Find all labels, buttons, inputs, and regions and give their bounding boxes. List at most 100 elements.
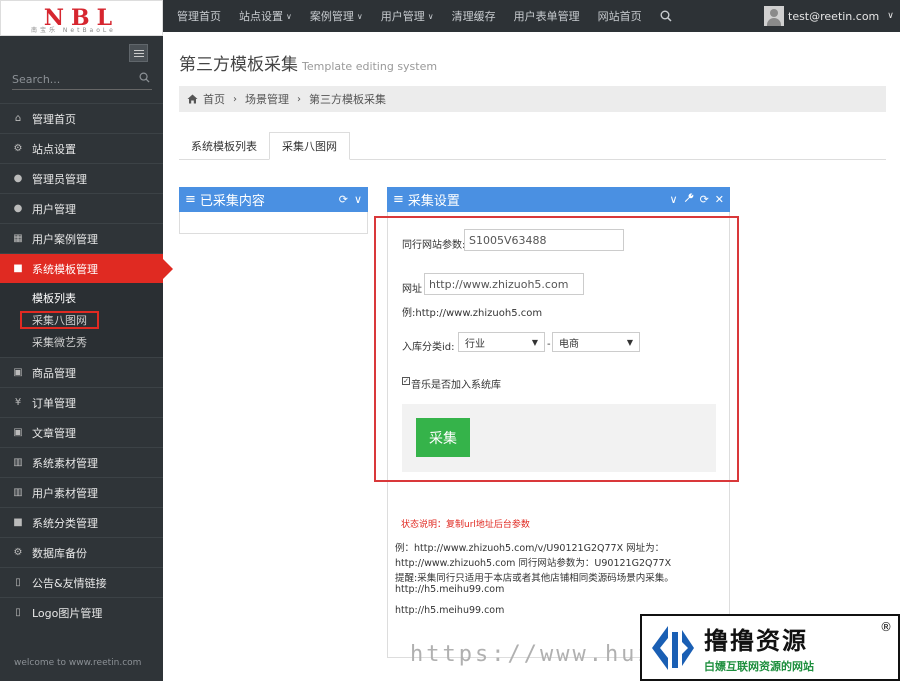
topnav-user-forms[interactable]: 用户表单管理 bbox=[505, 8, 589, 24]
breadcrumb-separator: › bbox=[297, 93, 301, 105]
wrench-icon[interactable] bbox=[684, 193, 694, 206]
sidebar-item-orders[interactable]: ¥ 订单管理 bbox=[0, 387, 163, 417]
chevron-down-icon: ∨ bbox=[427, 11, 434, 21]
refresh-icon[interactable]: ⟳ bbox=[339, 193, 348, 206]
briefcase-icon: ■ bbox=[13, 517, 23, 528]
chevron-down-icon[interactable]: ∨ bbox=[670, 193, 678, 206]
brand-slogan: 白嫖互联网资源的网站 bbox=[704, 660, 814, 673]
caret-square-icon: ▣ bbox=[13, 367, 23, 378]
category-dash: - bbox=[547, 339, 551, 350]
sidebar-item-label: 公告&友情链接 bbox=[32, 576, 107, 590]
avatar bbox=[764, 6, 784, 26]
sidebar-item-label: 管理员管理 bbox=[32, 172, 87, 186]
menu-icon: ≡ bbox=[393, 192, 404, 207]
sidebar-item-label: 商品管理 bbox=[32, 366, 76, 380]
note-link[interactable]: http://h5.meihu99.com bbox=[395, 605, 504, 616]
sidebar-item-products[interactable]: ▣ 商品管理 bbox=[0, 357, 163, 387]
music-checkbox[interactable]: ✓ bbox=[402, 377, 410, 385]
topnav-site-settings[interactable]: 站点设置 ∨ bbox=[230, 8, 301, 24]
breadcrumb-home[interactable]: 首页 bbox=[203, 91, 225, 107]
user-icon: ● bbox=[13, 203, 23, 214]
gift-icon: ▥ bbox=[13, 487, 23, 498]
tab-collect-batu[interactable]: 采集八图网 bbox=[269, 132, 350, 160]
chevron-down-icon: ∨ bbox=[356, 11, 363, 21]
gift-icon: ▥ bbox=[13, 457, 23, 468]
status-label: 状态说明：复制url地址后台参数 bbox=[401, 520, 530, 530]
sidebar-item-label: 用户案例管理 bbox=[32, 232, 98, 246]
user-menu[interactable]: test@reetin.com ∨ bbox=[764, 4, 894, 28]
table-icon: ▦ bbox=[13, 233, 23, 244]
brand-watermark: 撸撸资源 白嫖互联网资源的网站 ® bbox=[640, 614, 900, 681]
sidebar-subitem-collect-weiyixiu[interactable]: 采集微艺秀 bbox=[0, 331, 163, 353]
topnav-label: 网站首页 bbox=[597, 10, 642, 23]
tab-label: 采集八图网 bbox=[282, 140, 337, 153]
caret-square-icon: ▣ bbox=[13, 427, 23, 438]
panel-title: 采集设置 bbox=[407, 194, 460, 209]
topnav-label: 清理缓存 bbox=[451, 10, 496, 23]
sidebar-item-label: 管理首页 bbox=[32, 112, 76, 126]
panel-tools: ⟳ ∨ bbox=[339, 193, 362, 206]
breadcrumb-current: 第三方模板采集 bbox=[309, 93, 386, 106]
sidebar-subitem-label: 采集八图网 bbox=[20, 311, 99, 329]
url-field[interactable] bbox=[424, 273, 584, 295]
topnav-label: 案例管理 bbox=[309, 10, 354, 23]
topnav-user-management[interactable]: 用户管理 ∨ bbox=[372, 8, 443, 24]
breadcrumb-scene-management[interactable]: 场景管理 bbox=[245, 91, 289, 107]
sidebar-item-users[interactable]: ● 用户管理 bbox=[0, 193, 163, 223]
chevron-down-icon: ∨ bbox=[887, 11, 894, 21]
sidebar-subitem-collect-batu[interactable]: 采集八图网 bbox=[0, 309, 163, 331]
logo[interactable]: NBL 南宝乐 NetBaoLe bbox=[0, 0, 163, 36]
welcome-text: welcome to www.reetin.com bbox=[14, 658, 142, 668]
home-icon: ⌂ bbox=[14, 113, 22, 124]
topnav-case-management[interactable]: 案例管理 ∨ bbox=[301, 8, 372, 24]
search-input[interactable] bbox=[12, 70, 132, 88]
param-field[interactable] bbox=[464, 229, 624, 251]
sidebar-item-admins[interactable]: ● 管理员管理 bbox=[0, 163, 163, 193]
sidebar-item-system-templates[interactable]: ■ 系统模板管理 bbox=[0, 253, 173, 283]
sidebar-item-db-backup[interactable]: ⚙ 数据库备份 bbox=[0, 537, 163, 567]
sidebar-item-articles[interactable]: ▣ 文章管理 bbox=[0, 417, 163, 447]
sidebar-item-system-categories[interactable]: ■ 系统分类管理 bbox=[0, 507, 163, 537]
sidebar-item-system-assets[interactable]: ▥ 系统素材管理 bbox=[0, 447, 163, 477]
topnav-home[interactable]: 管理首页 bbox=[168, 8, 230, 24]
sidebar-item-logo-images[interactable]: ▯ Logo图片管理 bbox=[0, 597, 163, 627]
sidebar-item-user-cases[interactable]: ▦ 用户案例管理 bbox=[0, 223, 163, 253]
search-icon[interactable] bbox=[139, 72, 150, 86]
menu-icon: ≡ bbox=[185, 192, 196, 207]
topnav-website-home[interactable]: 网站首页 bbox=[589, 8, 651, 24]
tab-label: 系统模板列表 bbox=[191, 140, 257, 153]
sidebar-item-label: 系统模板管理 bbox=[32, 262, 98, 276]
dropdown-arrow-icon: ▼ bbox=[531, 337, 538, 347]
chevron-down-icon[interactable]: ∨ bbox=[354, 193, 362, 206]
sidebar-item-announcements[interactable]: ▯ 公告&友情链接 bbox=[0, 567, 163, 597]
tab-system-template-list[interactable]: 系统模板列表 bbox=[179, 132, 269, 160]
note-line: 例：http://www.zhizuoh5.com/v/U90121G2Q77X… bbox=[395, 543, 665, 554]
sidebar-subitem-template-list[interactable]: 模板列表 bbox=[0, 287, 163, 309]
home-icon bbox=[187, 94, 198, 104]
yen-icon: ¥ bbox=[14, 397, 22, 408]
note-link[interactable]: http://h5.meihu99.com bbox=[395, 584, 504, 595]
sidebar-item-label: 站点设置 bbox=[32, 142, 76, 156]
category-select-primary[interactable]: 行业 ▼ bbox=[458, 332, 545, 352]
refresh-icon[interactable]: ⟳ bbox=[700, 193, 709, 206]
topnav-label: 用户表单管理 bbox=[513, 10, 580, 23]
sidebar-item-user-assets[interactable]: ▥ 用户素材管理 bbox=[0, 477, 163, 507]
category-select-secondary[interactable]: 电商 ▼ bbox=[552, 332, 640, 352]
sidebar-item-site-settings[interactable]: ⚙ 站点设置 bbox=[0, 133, 163, 163]
panel-tools: ∨ ⟳ ✕ bbox=[670, 193, 725, 206]
note-line: http://www.zhizuoh5.com 同行网站参数为：U90121G2… bbox=[395, 558, 672, 569]
sidebar-item-home[interactable]: ⌂ 管理首页 bbox=[0, 103, 163, 133]
briefcase-icon: ■ bbox=[13, 263, 23, 274]
url-example: 例:http://www.zhizuoh5.com bbox=[402, 308, 543, 319]
close-icon[interactable]: ✕ bbox=[715, 193, 724, 206]
collected-content-panel: ≡ 已采集内容 ⟳ ∨ bbox=[179, 187, 368, 234]
topnav-clear-cache[interactable]: 清理缓存 bbox=[443, 8, 505, 24]
brand-name: 撸撸资源 bbox=[704, 627, 808, 655]
sidebar-submenu: 模板列表 采集八图网 采集微艺秀 bbox=[0, 283, 163, 357]
sidebar-item-label: 文章管理 bbox=[32, 426, 76, 440]
sidebar-toggle-button[interactable] bbox=[129, 44, 148, 62]
collect-button[interactable]: 采集 bbox=[416, 418, 470, 457]
search-icon[interactable] bbox=[651, 10, 681, 22]
url-label: 网址 bbox=[402, 284, 422, 295]
sidebar-item-label: 数据库备份 bbox=[32, 546, 87, 560]
